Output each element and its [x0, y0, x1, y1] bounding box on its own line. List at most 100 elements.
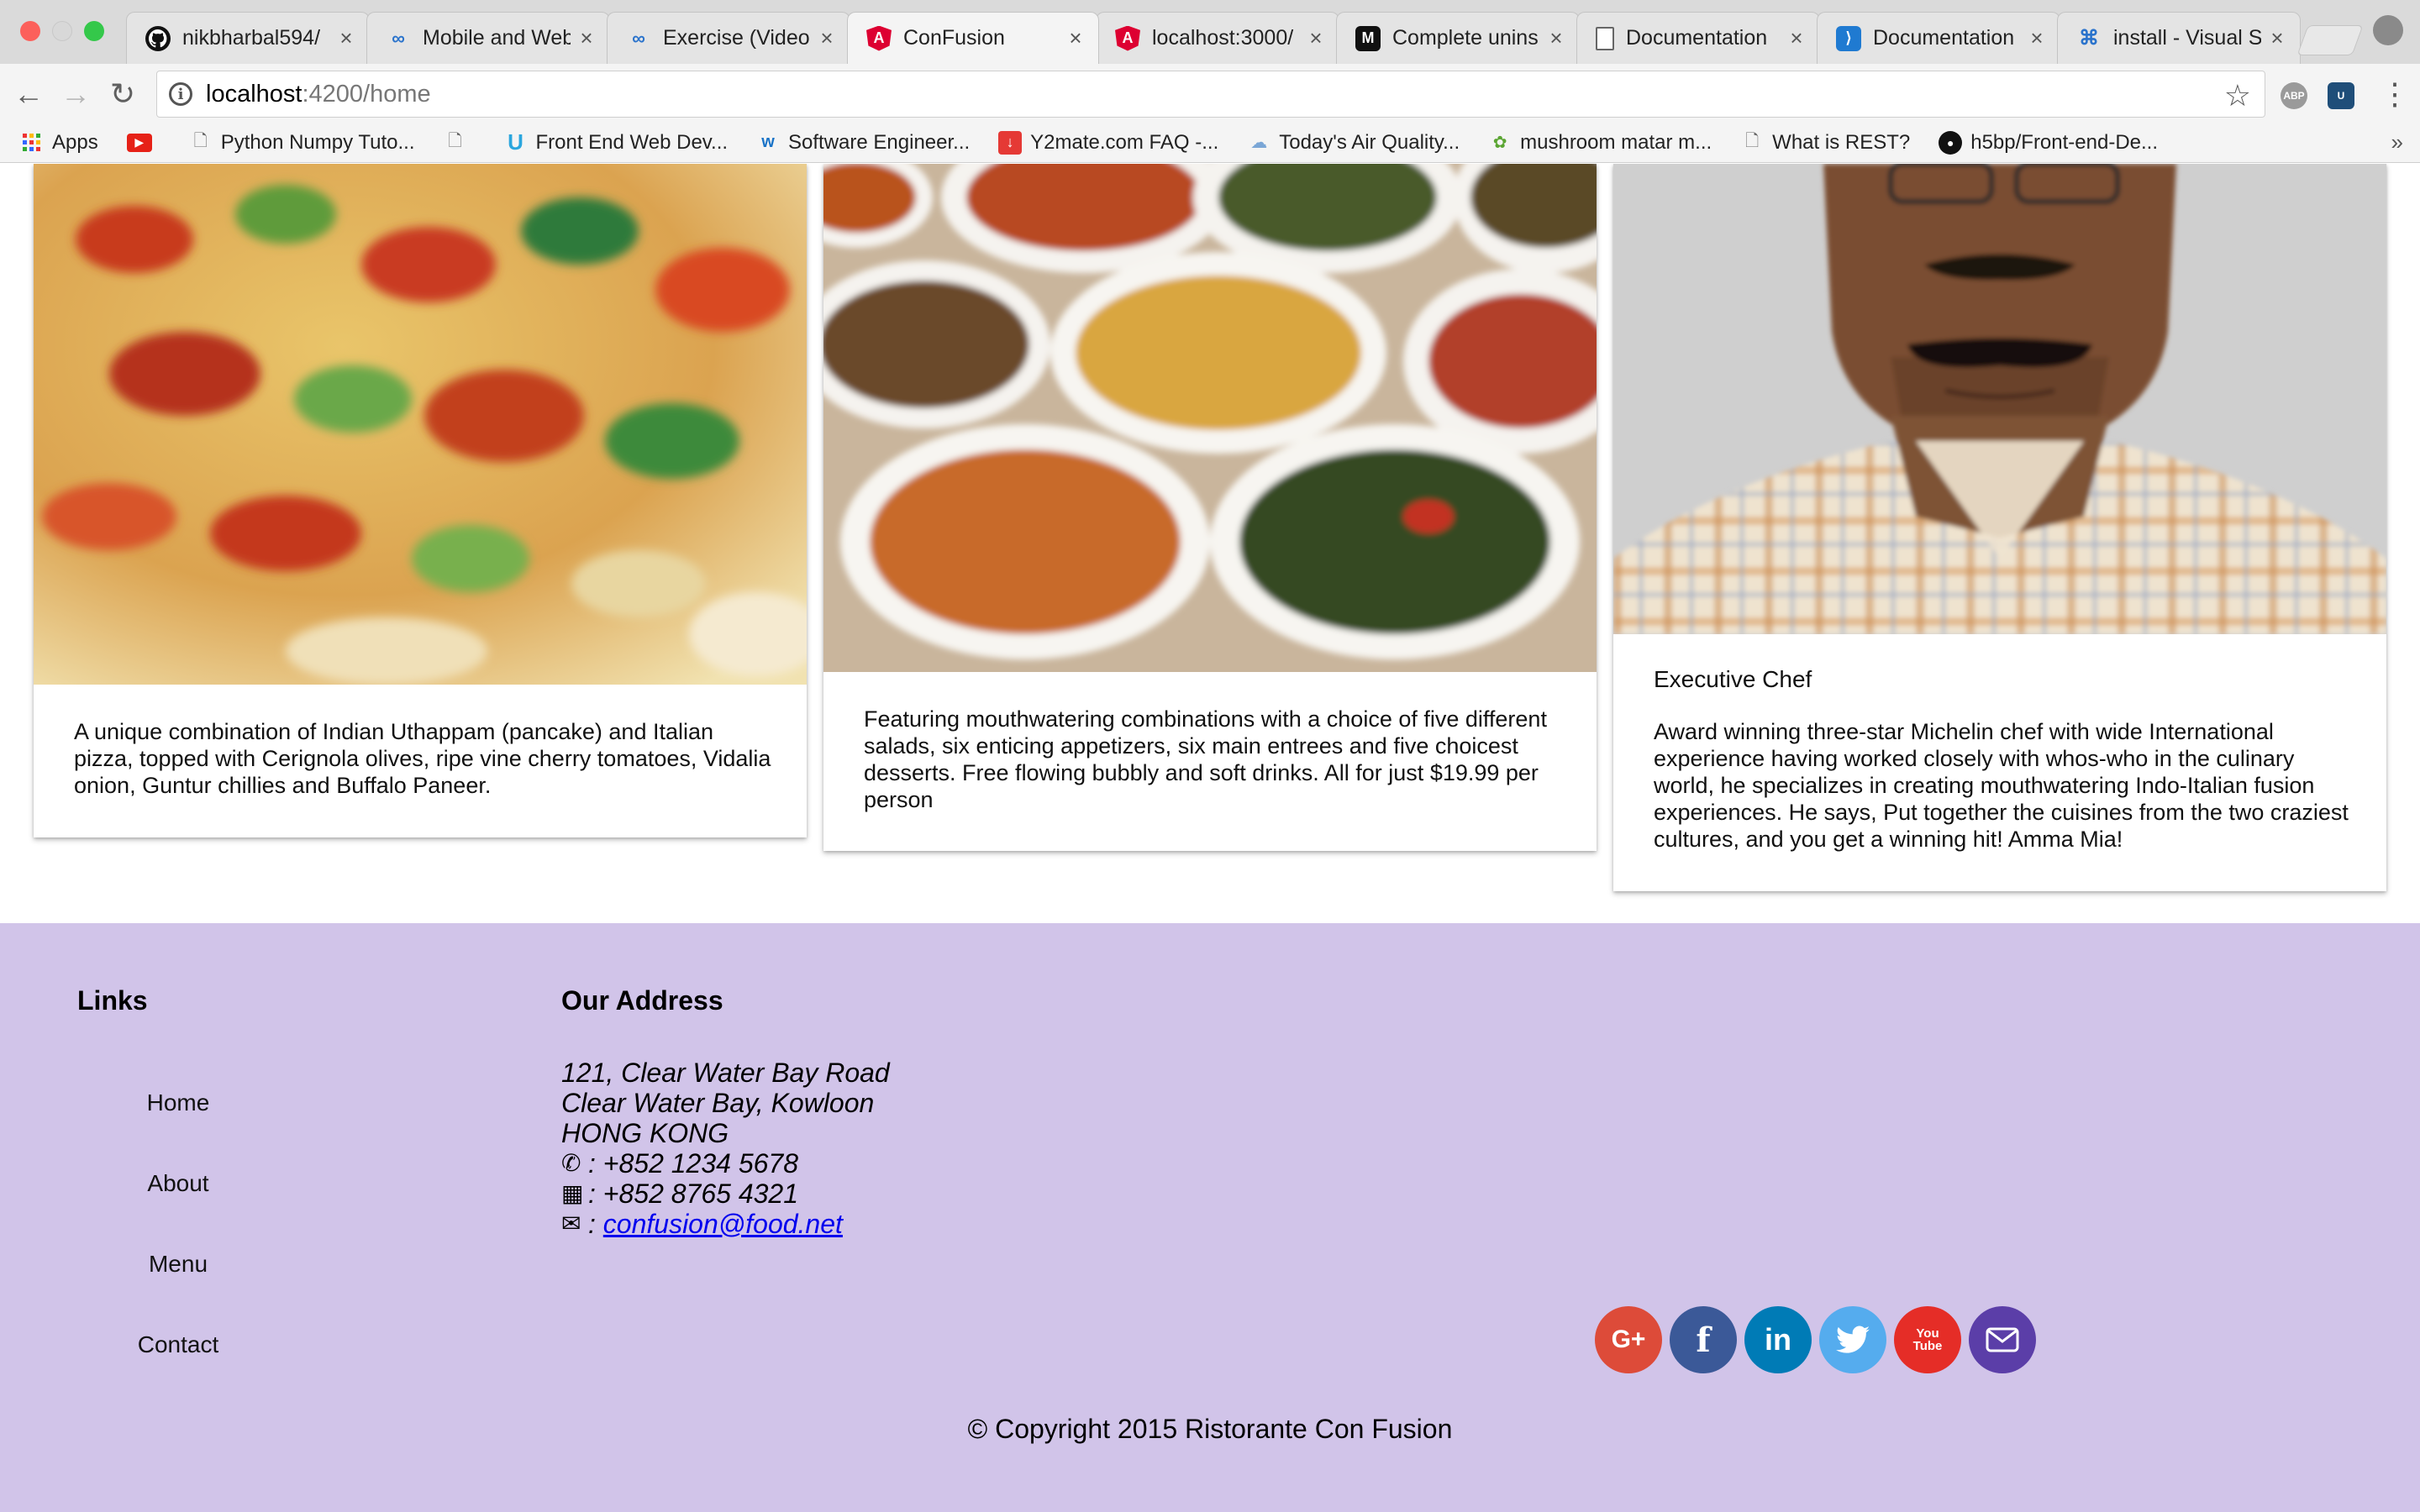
close-icon[interactable]: × [337, 25, 355, 51]
links-heading: Links [77, 985, 148, 1016]
browser-tab[interactable]: M Complete unins × [1336, 12, 1580, 64]
bookmarks-bar: Apps ▶ 🗋 Python Numpy Tuto... 🗋 U Front … [0, 123, 2420, 163]
footer-link-contact[interactable]: Contact [119, 1331, 237, 1358]
email-link[interactable]: confusion@food.net [603, 1209, 843, 1239]
apps-grid-icon [20, 131, 44, 155]
card-body: Executive Chef Award winning three-star … [1654, 666, 2353, 853]
bookmark-blank[interactable]: 🗋 [443, 131, 475, 155]
buffet-image [823, 164, 1597, 672]
tab-title: Documentation [1873, 26, 2015, 50]
close-icon[interactable]: × [1066, 25, 1085, 51]
close-icon[interactable]: × [2028, 25, 2046, 51]
browser-tab[interactable]: ∞ Exercise (Video × [607, 12, 850, 64]
coursera-icon: ∞ [392, 27, 405, 49]
youtube-glyph: You Tube [1912, 1326, 1943, 1353]
card-subtitle: Executive Chef [1654, 666, 1812, 692]
url-path: :4200/home [302, 80, 431, 108]
leader-card: Executive Chef Award winning three-star … [1613, 164, 2386, 891]
forward-arrow-icon[interactable]: → [57, 76, 94, 113]
tab-title: Documentation [1626, 26, 1768, 50]
fax-line: ▦: +852 8765 4321 [561, 1179, 890, 1209]
tab-title: ConFusion [903, 26, 1005, 50]
bookmark-apps[interactable]: Apps [20, 131, 98, 155]
profile-icon[interactable] [2373, 15, 2403, 45]
document-icon: 🗋 [448, 131, 462, 150]
w-icon: w [761, 133, 775, 151]
card-description: A unique combination of Indian Uthappam … [74, 719, 771, 798]
browser-tab[interactable]: nikbharbal594/ × [126, 12, 370, 64]
adblock-icon[interactable]: ABP [2281, 82, 2307, 109]
minimize-window-button[interactable] [52, 21, 72, 41]
twitter-icon[interactable] [1819, 1306, 1886, 1373]
fax-number: : +852 8765 4321 [588, 1179, 799, 1209]
download-icon: ↓ [998, 130, 1023, 155]
browser-menu-icon[interactable]: ⋮ [2380, 77, 2410, 111]
bookmark-y2mate[interactable]: ↓ Y2mate.com FAQ -... [998, 130, 1219, 155]
dish-card: A unique combination of Indian Uthappam … [34, 164, 807, 837]
browser-tab[interactable]: ⌘ install - Visual S × [2057, 12, 2301, 64]
linkedin-icon[interactable]: in [1744, 1306, 1812, 1373]
bookmark-label: Front End Web Dev... [535, 130, 729, 154]
email-line: ✉: confusion@food.net [561, 1209, 890, 1239]
browser-tab[interactable]: Documentation × [1576, 12, 1820, 64]
youtube-icon[interactable]: You Tube [1894, 1306, 1961, 1373]
email-prefix: : [588, 1209, 603, 1239]
bookmark-python-numpy[interactable]: 🗋 Python Numpy Tuto... [189, 131, 415, 155]
google-plus-glyph: G+ [1611, 1326, 1646, 1353]
mail-icon[interactable] [1969, 1306, 2036, 1373]
chevron-right-icon[interactable]: » [2391, 129, 2403, 155]
bookmark-label: What is REST? [1772, 130, 1911, 154]
browser-tab[interactable]: ∞ Mobile and Web × [366, 12, 610, 64]
bookmark-software-engineer[interactable]: w Software Engineer... [756, 131, 970, 155]
tab-title: Exercise (Video [663, 26, 810, 50]
bookmark-label: mushroom matar m... [1520, 130, 1712, 154]
phone-number: : +852 1234 5678 [588, 1148, 799, 1179]
bookmark-star-icon[interactable]: ☆ [2224, 78, 2251, 113]
facebook-icon[interactable]: f [1670, 1306, 1737, 1373]
close-icon[interactable]: × [1547, 25, 1565, 51]
browser-tab[interactable]: A localhost:3000/ × [1096, 12, 1339, 64]
browser-tab-bar: nikbharbal594/ × ∞ Mobile and Web × ∞ Ex… [0, 0, 2420, 64]
google-plus-icon[interactable]: G+ [1595, 1306, 1662, 1373]
linkedin-glyph: in [1765, 1322, 1791, 1357]
reload-icon[interactable]: ↻ [104, 76, 141, 113]
footer-link-about[interactable]: About [119, 1170, 237, 1197]
cloud-icon: ☁ [1250, 134, 1268, 152]
close-icon[interactable]: × [1787, 25, 1806, 51]
browser-tab[interactable]: ⟩ Documentation × [1817, 12, 2060, 64]
close-icon[interactable]: × [577, 25, 596, 51]
bookmark-label: Apps [52, 130, 98, 154]
leaf-icon: ✿ [1492, 134, 1507, 152]
browser-tab-active[interactable]: A ConFusion × [847, 12, 1099, 64]
tab-title: localhost:3000/ [1152, 26, 1294, 50]
bookmark-label: Today's Air Quality... [1279, 130, 1460, 154]
pizza-image [34, 164, 807, 685]
new-tab-button[interactable] [2296, 25, 2364, 55]
bookmark-mushroom[interactable]: ✿ mushroom matar m... [1488, 131, 1712, 155]
zoom-window-button[interactable] [84, 21, 104, 41]
bookmark-youtube[interactable]: ▶ [126, 133, 160, 152]
bookmark-front-end[interactable]: U Front End Web Dev... [503, 129, 729, 155]
bookmark-h5bp[interactable]: ● h5bp/Front-end-De... [1939, 130, 2158, 155]
close-icon[interactable]: × [1307, 25, 1325, 51]
address-line: 121, Clear Water Bay Road [561, 1058, 890, 1088]
extension-icon[interactable]: U [2328, 82, 2354, 109]
bookmark-what-is-rest[interactable]: 🗋 What is REST? [1740, 131, 1910, 155]
command-icon: ⌘ [2079, 27, 2099, 50]
footer-link-menu[interactable]: Menu [119, 1251, 237, 1278]
close-icon[interactable]: × [818, 25, 836, 51]
envelope-icon: ✉ [561, 1210, 581, 1236]
footer-link-home[interactable]: Home [119, 1089, 237, 1116]
address-bar[interactable]: i localhost:4200/home ☆ [156, 71, 2265, 118]
copyright: © Copyright 2015 Ristorante Con Fusion [967, 1414, 1453, 1444]
bookmark-air-quality[interactable]: ☁ Today's Air Quality... [1247, 131, 1460, 155]
promotion-card: Featuring mouthwatering combinations wit… [823, 164, 1597, 851]
phone-icon: ✆ [561, 1150, 581, 1176]
close-window-button[interactable] [20, 21, 40, 41]
bookmark-label: Y2mate.com FAQ -... [1030, 130, 1219, 154]
udemy-icon: U [508, 129, 523, 155]
back-arrow-icon[interactable]: ← [10, 76, 47, 113]
close-icon[interactable]: × [2268, 25, 2286, 51]
info-icon[interactable]: i [169, 82, 192, 106]
card-description: Award winning three-star Michelin chef w… [1654, 719, 2349, 852]
